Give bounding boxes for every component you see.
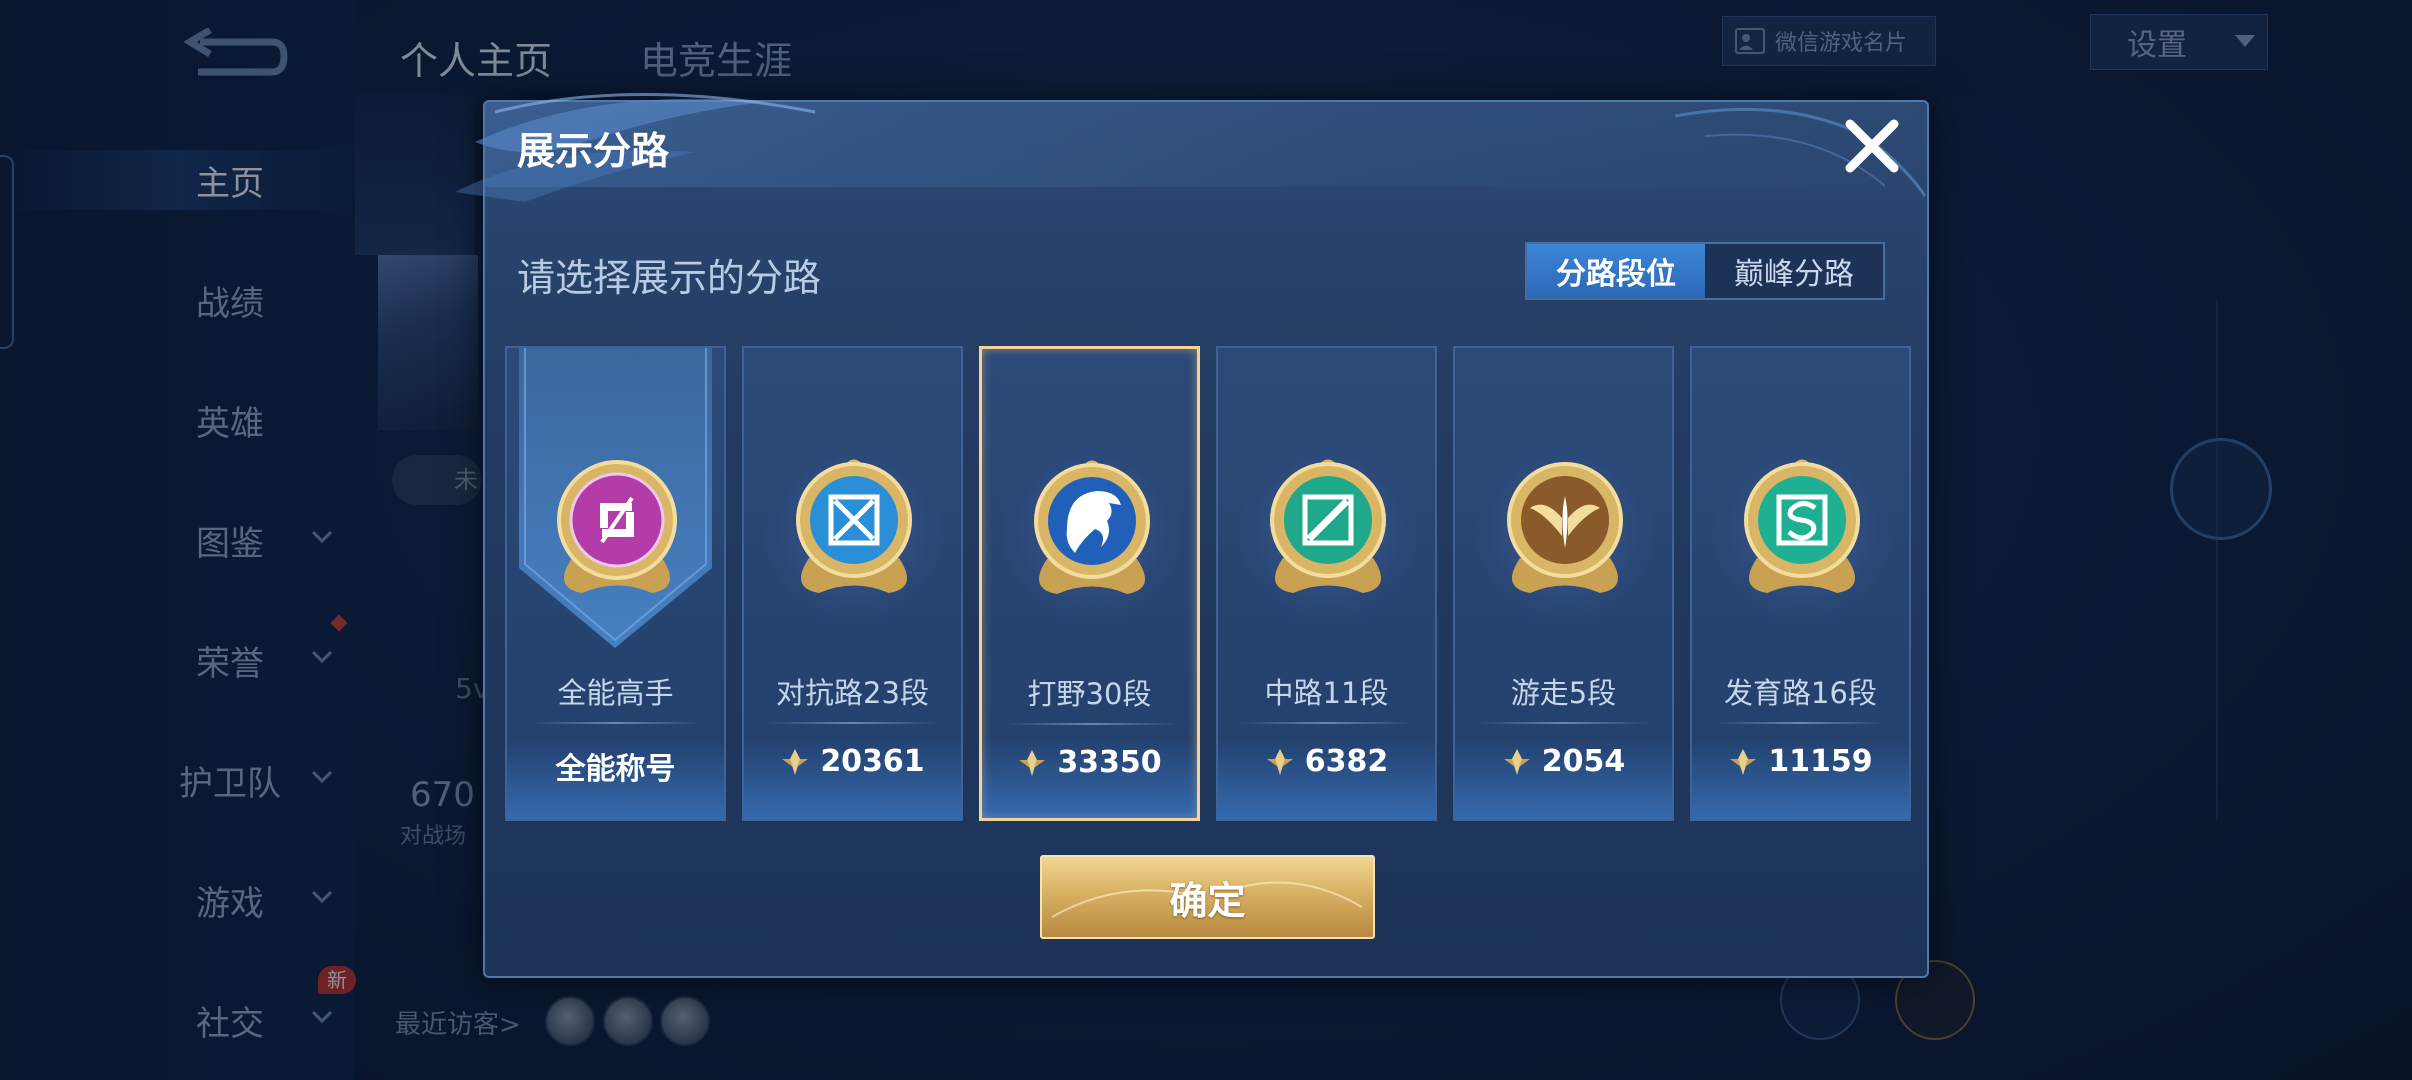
lane-value: 6382	[1218, 744, 1435, 779]
lane-points-icon	[1503, 748, 1530, 775]
divider	[766, 722, 939, 724]
clash-lane-emblem-icon	[796, 459, 912, 593]
lane-points-icon	[1266, 748, 1293, 775]
lane-value-text: 2054	[1541, 744, 1626, 779]
display-lane-dialog: 展示分路 请选择展示的分路 分路段位 巅峰分路 全能高手 全能称号 对抗路23段…	[455, 93, 1929, 978]
lane-name: 全能高手	[557, 676, 674, 710]
lane-card-mid[interactable]: 中路11段 6382	[1216, 346, 1437, 821]
lane-value: 全能称号	[507, 744, 724, 788]
lane-name: 对抗路23段	[776, 676, 929, 710]
lane-value-text: 11159	[1768, 744, 1873, 779]
lane-name: 游走5段	[1510, 676, 1617, 710]
lane-value: 2054	[1455, 744, 1672, 779]
lane-card-all-round[interactable]: 全能高手 全能称号	[505, 346, 726, 821]
lane-value-text: 20361	[820, 744, 925, 779]
lane-value: 11159	[1692, 744, 1909, 779]
divider	[1240, 722, 1413, 724]
lane-value: 33350	[982, 745, 1197, 780]
jungle-dragon-emblem-icon	[1034, 460, 1150, 594]
lane-points-icon	[1019, 749, 1046, 776]
lane-card-farm[interactable]: 发育路16段 11159	[1690, 346, 1911, 821]
lane-card-clash[interactable]: 对抗路23段 20361	[742, 346, 963, 821]
roam-wings-emblem-icon	[1507, 462, 1623, 593]
lane-card-jungle[interactable]: 打野30段 33350	[979, 346, 1200, 821]
lane-value: 20361	[744, 744, 961, 779]
lane-points-icon	[1730, 748, 1757, 775]
lane-card-list: 全能高手 全能称号 对抗路23段 20361 打野30段 33350 中路11段…	[505, 346, 1915, 821]
mid-lane-emblem-icon	[1270, 459, 1386, 593]
lane-prompt: 请选择展示的分路	[517, 256, 822, 300]
dialog-title: 展示分路	[517, 129, 670, 173]
confirm-button[interactable]: 确定	[1040, 855, 1375, 939]
lane-name: 中路11段	[1264, 676, 1389, 710]
lane-card-roam[interactable]: 游走5段 2054	[1453, 346, 1674, 821]
all-round-emblem-icon	[557, 460, 677, 593]
divider	[529, 722, 702, 724]
lane-points-icon	[782, 748, 809, 775]
confirm-label: 确定	[1169, 878, 1246, 923]
lane-value-text: 全能称号	[555, 752, 676, 787]
close-icon[interactable]	[1840, 114, 1904, 178]
farm-lane-emblem-icon	[1744, 459, 1860, 593]
lane-value-text: 33350	[1057, 745, 1162, 780]
divider	[1004, 723, 1177, 725]
lane-name: 打野30段	[1027, 677, 1152, 711]
divider	[1714, 722, 1887, 724]
divider	[1477, 722, 1650, 724]
tab-peak-lane[interactable]: 巅峰分路	[1705, 244, 1883, 298]
lane-tab-toggle: 分路段位 巅峰分路	[1525, 242, 1885, 300]
lane-name: 发育路16段	[1724, 676, 1877, 710]
lane-value-text: 6382	[1304, 744, 1389, 779]
tab-lane-rank[interactable]: 分路段位	[1527, 244, 1705, 298]
